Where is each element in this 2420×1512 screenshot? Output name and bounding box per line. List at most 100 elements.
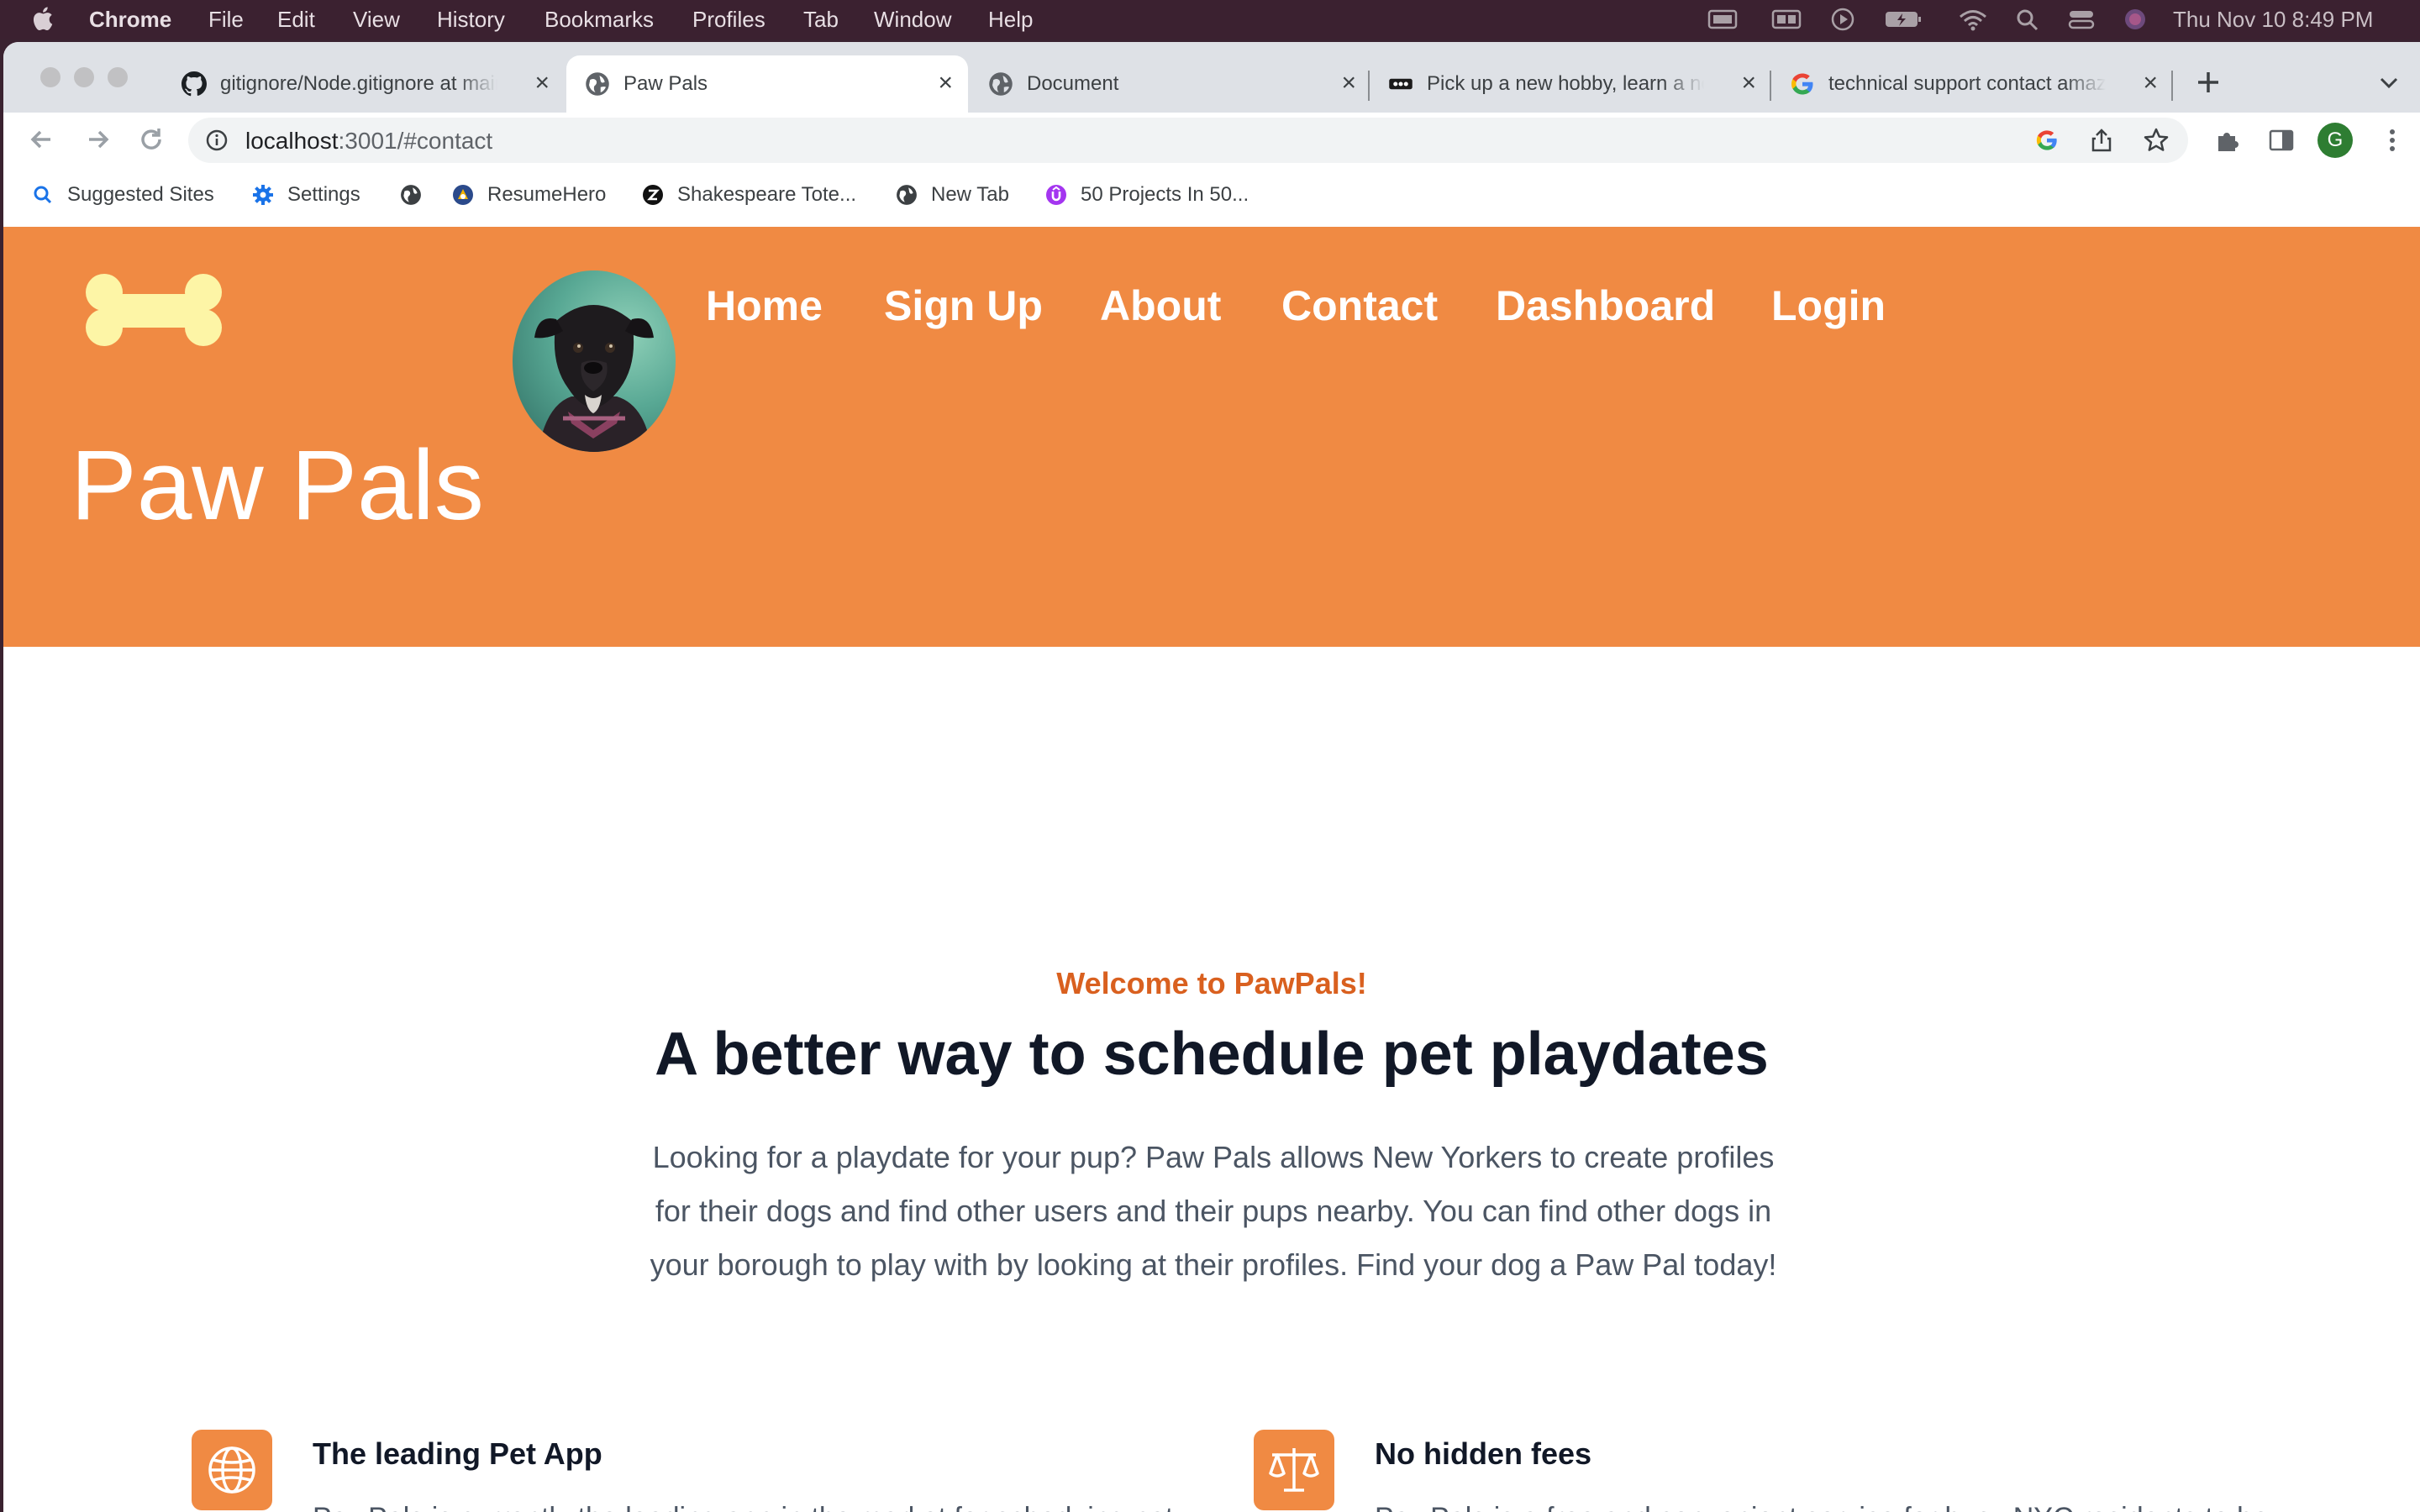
menu-edit[interactable]: Edit [277, 7, 315, 33]
menu-file[interactable]: File [208, 7, 244, 33]
url-text[interactable]: localhost:3001/#contact [245, 128, 492, 155]
udemy-icon [1046, 185, 1066, 205]
extensions-puzzle-icon[interactable] [2213, 126, 2242, 155]
menu-clock[interactable]: Thu Nov 10 8:49 PM [2173, 7, 2373, 33]
bookmark-label: Settings [287, 183, 360, 206]
intro-paragraph: Looking for a playdate for your pup? Paw… [650, 1140, 1777, 1282]
nav-login[interactable]: Login [1771, 281, 1886, 330]
globe-icon [586, 72, 609, 96]
tab-document[interactable]: Document × [970, 55, 1371, 113]
forward-arrow-icon[interactable] [81, 123, 114, 156]
back-arrow-icon[interactable] [25, 123, 59, 156]
control-center-icon[interactable] [2067, 8, 2096, 31]
tab-close-icon[interactable]: × [938, 69, 953, 97]
window-zoom-button[interactable] [108, 67, 128, 87]
tab-meetup[interactable]: Pick up a new hobby, learn a new skill × [1370, 55, 1771, 113]
bookmark-suggested-sites[interactable]: Suggested Sites [32, 183, 214, 207]
tab-title: Document [1027, 72, 1119, 95]
zazzle-icon [643, 185, 663, 205]
dog-avatar-photo [513, 270, 676, 452]
site-brand-title[interactable]: Paw Pals [71, 428, 484, 543]
globe-icon [401, 185, 421, 205]
menu-view[interactable]: View [353, 7, 400, 33]
github-icon [182, 71, 207, 97]
page-headline: A better way to schedule pet playdates [655, 1021, 1769, 1088]
feature-icon-badge [192, 1430, 272, 1510]
google-icon [1791, 73, 1813, 95]
gear-icon [253, 185, 273, 205]
window-tiles-icon[interactable] [1771, 8, 1802, 31]
bookmark-globe[interactable] [400, 183, 435, 207]
feature-description: PawPals is currently the leading app in … [313, 1502, 1173, 1512]
feature-title: The leading Pet App [313, 1436, 602, 1471]
side-panel-icon[interactable] [2267, 126, 2296, 155]
nav-home[interactable]: Home [706, 281, 823, 330]
menu-history[interactable]: History [437, 7, 505, 33]
bookmark-shakespeare-tote[interactable]: Shakespeare Tote... [642, 183, 856, 207]
play-circle-icon[interactable] [1830, 8, 1855, 31]
share-icon[interactable] [2089, 128, 2114, 153]
tab-strip: gitignore/Node.gitignore at main × Paw P… [3, 42, 2420, 113]
tab-separator [2171, 71, 2173, 101]
google-lens-icon[interactable] [2035, 129, 2059, 152]
url-path: :3001/#contact [338, 128, 493, 154]
browser-window: gitignore/Node.gitignore at main × Paw P… [3, 42, 2420, 1512]
bookmark-resumehero[interactable]: ResumeHero [452, 183, 606, 207]
menu-bookmarks[interactable]: Bookmarks [544, 7, 654, 33]
bookmark-star-icon[interactable] [2143, 127, 2170, 154]
web-page: Paw Pals Home Sign Up About Contact Dash… [3, 227, 2420, 1512]
bone-logo-icon[interactable] [84, 272, 224, 349]
tab-search-chevron-down-icon[interactable] [2378, 72, 2400, 94]
url-host: localhost [245, 128, 339, 154]
tab-close-icon[interactable]: × [1741, 69, 1756, 97]
macos-menu-bar: Chrome File Edit View History Bookmarks … [0, 0, 2420, 39]
nav-contact[interactable]: Contact [1281, 281, 1438, 330]
site-info-icon[interactable] [205, 129, 229, 152]
resumehero-icon [453, 185, 473, 205]
display-icon[interactable] [1707, 8, 1738, 31]
menu-help[interactable]: Help [988, 7, 1033, 33]
globe-icon [989, 72, 1013, 96]
nav-about[interactable]: About [1100, 281, 1221, 330]
tab-close-icon[interactable]: × [1341, 69, 1356, 97]
window-close-button[interactable] [40, 67, 60, 87]
menu-profiles[interactable]: Profiles [692, 7, 765, 33]
new-tab-plus-icon[interactable] [2193, 67, 2223, 97]
meetup-icon [1389, 78, 1413, 90]
kebab-menu-icon[interactable] [2378, 126, 2407, 155]
tab-title: gitignore/Node.gitignore at main [220, 72, 497, 95]
tab-title: technical support contact amazon [1828, 72, 2106, 95]
battery-icon[interactable] [1884, 8, 1923, 31]
wifi-icon[interactable] [1958, 8, 1988, 31]
scale-icon [1269, 1448, 1319, 1492]
tab-title: Paw Pals [623, 72, 708, 95]
nav-sign-up[interactable]: Sign Up [884, 281, 1043, 330]
bookmark-new-tab[interactable]: New Tab [896, 183, 1009, 207]
address-bar[interactable]: localhost:3001/#contact [188, 118, 2188, 163]
menu-window[interactable]: Window [874, 7, 951, 33]
reload-icon[interactable] [134, 123, 168, 156]
siri-icon[interactable] [2123, 8, 2148, 31]
dog-portrait-image [534, 305, 654, 452]
bookmark-label: New Tab [931, 183, 1009, 206]
tab-paw-pals[interactable]: Paw Pals × [566, 55, 968, 113]
search-icon [34, 186, 52, 204]
menu-tab[interactable]: Tab [803, 7, 839, 33]
bookmark-settings[interactable]: Settings [252, 183, 360, 207]
spotlight-search-icon[interactable] [2015, 8, 2040, 31]
tab-close-icon[interactable]: × [534, 69, 550, 97]
bookmark-50-projects[interactable]: 50 Projects In 50... [1045, 183, 1249, 207]
browser-toolbar: localhost:3001/#contact G [3, 113, 2420, 168]
tab-google-search[interactable]: technical support contact amazon × [1771, 55, 2173, 113]
apple-icon[interactable] [30, 5, 54, 32]
menu-app-name[interactable]: Chrome [89, 7, 171, 33]
globe-icon [897, 185, 917, 205]
window-minimize-button[interactable] [74, 67, 94, 87]
profile-avatar[interactable]: G [2317, 123, 2353, 158]
globe-icon [208, 1446, 255, 1494]
bookmark-label: ResumeHero [487, 183, 607, 206]
bookmark-label: Shakespeare Tote... [677, 183, 857, 206]
nav-dashboard[interactable]: Dashboard [1496, 281, 1715, 330]
tab-github[interactable]: gitignore/Node.gitignore at main × [163, 55, 565, 113]
tab-close-icon[interactable]: × [2143, 69, 2158, 97]
